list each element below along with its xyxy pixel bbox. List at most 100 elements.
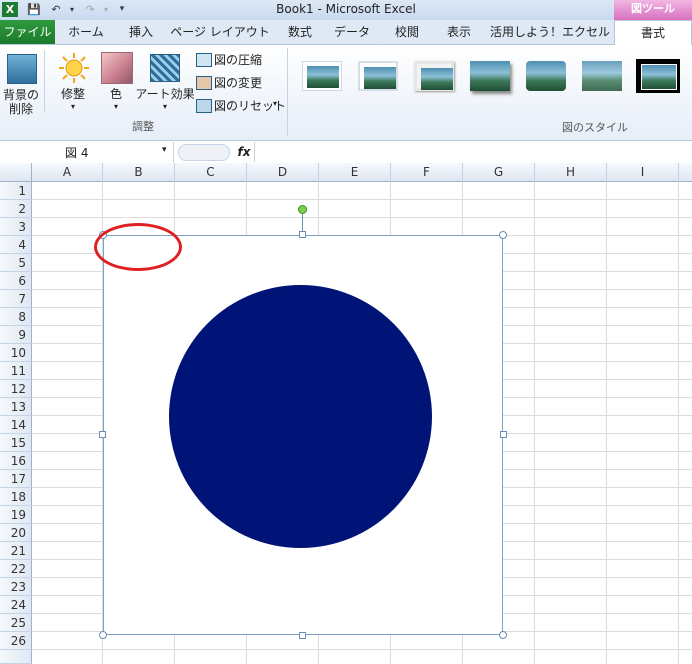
row-header[interactable]: 19 [0,506,32,524]
column-header-e[interactable]: E [319,163,391,182]
row-header[interactable]: 2 [0,200,32,218]
name-box[interactable]: 図 4 ▾ [0,142,174,162]
resize-handle-right[interactable] [500,431,507,438]
picture-styles-group-label: 図のスタイル [562,121,628,134]
row-header[interactable]: 12 [0,380,32,398]
column-header-g[interactable]: G [463,163,535,182]
row-header[interactable]: 23 [0,578,32,596]
picture-style-thumb[interactable] [582,61,622,91]
row-header[interactable]: 26 [0,632,32,650]
picture-style-preview [364,67,396,89]
corrections-button[interactable]: 修整 [52,87,94,101]
resize-handle-bottom-right[interactable] [499,631,507,639]
column-header-f[interactable]: F [391,163,463,182]
name-box-dropdown-icon[interactable]: ▾ [162,145,167,155]
ribbon-separator [287,48,288,136]
column-header-c[interactable]: C [175,163,247,182]
tab-file[interactable]: ファイル [0,20,55,44]
row-header[interactable]: 7 [0,290,32,308]
row-header[interactable]: 22 [0,560,32,578]
excel-app-icon[interactable]: X [2,2,18,17]
row-header[interactable]: 9 [0,326,32,344]
column-header-b[interactable]: B [103,163,175,182]
picture-style-thumb[interactable] [302,61,342,91]
row-header[interactable]: 18 [0,488,32,506]
undo-icon[interactable]: ↶ [48,2,64,17]
formula-input[interactable] [260,143,680,161]
row-header[interactable]: 3 [0,218,32,236]
reset-picture-dropdown-icon[interactable]: ▾ [273,99,277,108]
row-header[interactable]: 11 [0,362,32,380]
picture-style-thumb[interactable] [358,61,398,91]
tab-review[interactable]: 校閲 [384,20,430,44]
row-header[interactable]: 20 [0,524,32,542]
tab-data[interactable]: データ [326,20,378,44]
rotation-handle[interactable] [298,205,307,214]
change-picture-button[interactable]: 図の変更 [214,74,262,91]
navy-circle-shape [169,285,432,548]
artistic-effects-button[interactable]: アート効果 [134,87,196,101]
compress-pictures-button[interactable]: 図の圧縮 [214,51,262,68]
row-header-partial[interactable] [0,650,32,664]
formula-bar-splitter[interactable] [178,144,230,161]
undo-dropdown-icon[interactable]: ▾ [64,2,80,17]
formula-divider [254,142,255,162]
corrections-dropdown-icon[interactable]: ▾ [52,100,94,114]
picture-style-thumb-selected[interactable] [636,59,680,93]
redo-icon[interactable]: ↷ [82,2,98,17]
row-header[interactable]: 16 [0,452,32,470]
remove-background-button[interactable]: 背景の 削除 [0,88,42,116]
adjust-group-label: 調整 [132,120,154,133]
row-header[interactable]: 25 [0,614,32,632]
picture-style-thumb[interactable] [470,61,510,91]
row-header[interactable]: 15 [0,434,32,452]
tab-home[interactable]: ホーム [60,20,112,44]
column-header-d[interactable]: D [247,163,319,182]
red-annotation-ellipse [94,223,182,271]
remove-background-icon [7,54,37,84]
reset-picture-icon [196,99,212,113]
resize-handle-bottom-left[interactable] [99,631,107,639]
row-header[interactable]: 17 [0,470,32,488]
column-header-h[interactable]: H [535,163,607,182]
corrections-icon [58,52,90,84]
tab-page-layout[interactable]: ページ レイアウト [170,20,270,44]
artistic-effects-dropdown-icon[interactable]: ▾ [134,100,196,114]
customize-quick-access-icon[interactable]: ▾ [114,2,130,17]
tab-insert[interactable]: 挿入 [116,20,166,44]
save-icon[interactable]: 💾 [26,2,42,17]
row-header[interactable]: 21 [0,542,32,560]
row-header[interactable]: 8 [0,308,32,326]
color-button[interactable]: 色 [96,87,136,101]
color-icon [101,52,133,84]
resize-handle-top[interactable] [299,231,306,238]
row-header[interactable]: 4 [0,236,32,254]
color-dropdown-icon[interactable]: ▾ [96,100,136,114]
row-header[interactable]: 13 [0,398,32,416]
insert-function-button[interactable]: fx [234,142,254,162]
row-header[interactable]: 1 [0,182,32,200]
picture-style-thumb[interactable] [414,61,454,91]
column-header-partial[interactable] [679,163,692,182]
tab-format[interactable]: 書式 [614,20,692,45]
row-header[interactable]: 10 [0,344,32,362]
tab-view[interactable]: 表示 [436,20,482,44]
resize-handle-left[interactable] [99,431,106,438]
row-header[interactable]: 14 [0,416,32,434]
tab-formulas[interactable]: 数式 [278,20,322,44]
column-header-a[interactable]: A [32,163,103,182]
redo-dropdown-icon[interactable]: ▾ [98,2,114,17]
picture-style-preview [470,61,510,91]
remove-background-label-line2: 削除 [8,102,33,116]
resize-handle-bottom[interactable] [299,632,306,639]
compress-pictures-icon [196,53,212,67]
tab-excel-tips[interactable]: 活用しよう！エクセル [488,20,612,44]
resize-handle-top-right[interactable] [499,231,507,239]
column-header-i[interactable]: I [607,163,679,182]
picture-style-thumb[interactable] [526,61,566,91]
row-header[interactable]: 6 [0,272,32,290]
picture-style-preview [641,64,677,90]
select-all-button[interactable] [0,163,32,182]
row-header[interactable]: 5 [0,254,32,272]
row-header[interactable]: 24 [0,596,32,614]
